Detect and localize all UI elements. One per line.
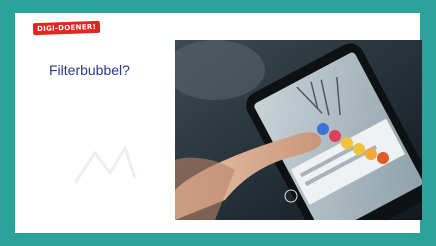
- smartphone-photo: [175, 40, 422, 220]
- slide-card: DIGI-DOENER! Filterbubbel?: [15, 13, 422, 233]
- slide-title: Filterbubbel?: [49, 62, 130, 78]
- smartphone-photo-illustration: [175, 40, 422, 220]
- faint-watermark-graphic: [73, 144, 137, 184]
- digi-doener-badge: DIGI-DOENER!: [32, 20, 101, 36]
